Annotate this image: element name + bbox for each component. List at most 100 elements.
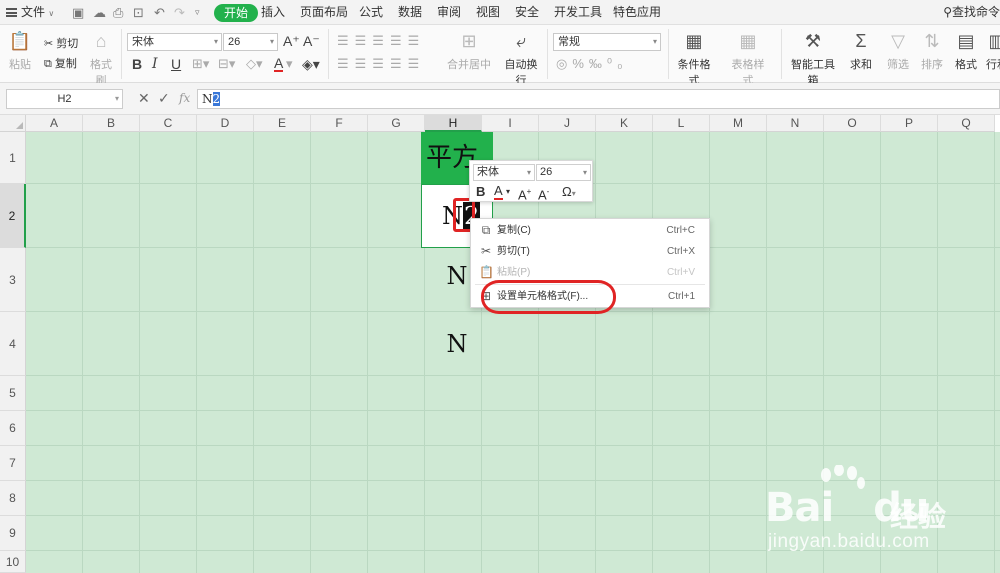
- cancel-icon[interactable]: ✕: [138, 90, 150, 107]
- number-format-select[interactable]: 常规 ▾: [553, 33, 661, 51]
- name-box[interactable]: H2 ▾: [6, 89, 123, 109]
- eraser-icon[interactable]: ◈▾: [302, 56, 320, 73]
- cell-style-icon[interactable]: ⊟▾: [218, 56, 235, 72]
- align-horizontal-icons[interactable]: ☰☰☰☰☰: [337, 56, 425, 72]
- mini-font-name-select[interactable]: 宋体 ▾: [473, 164, 535, 181]
- mini-shrink-font-button[interactable]: A-: [538, 183, 549, 204]
- row-header-6[interactable]: 6: [0, 411, 26, 446]
- mini-bold-button[interactable]: B: [476, 183, 485, 201]
- column-header-e[interactable]: E: [254, 115, 311, 132]
- row-header-9[interactable]: 9: [0, 516, 26, 551]
- ribbon-divider: [547, 29, 548, 79]
- fill-color-icon[interactable]: ◇▾: [246, 56, 263, 72]
- smart-toolbox-button[interactable]: ⚒ 智能工具箱: [789, 30, 837, 88]
- italic-icon[interactable]: I: [152, 56, 158, 72]
- tab-developer[interactable]: 开发工具: [554, 0, 602, 25]
- format-painter-button[interactable]: ⌂ 格式刷: [85, 30, 117, 88]
- number-style-icons[interactable]: ◎%‰⁰₀: [556, 56, 628, 72]
- column-header-b[interactable]: B: [83, 115, 140, 132]
- cut-button[interactable]: ✂ 剪切: [44, 35, 78, 51]
- row-col-button[interactable]: ▥行和: [985, 30, 1000, 72]
- increase-font-icon[interactable]: A⁺: [283, 33, 300, 50]
- conditional-format-button[interactable]: ▦ 条件格式: [674, 30, 714, 88]
- tab-insert[interactable]: 插入: [261, 0, 285, 25]
- search-command[interactable]: ⚲查找命令: [943, 0, 1000, 25]
- column-header-o[interactable]: O: [824, 115, 881, 132]
- confirm-icon[interactable]: ✓: [158, 90, 170, 107]
- chevron-down-icon: ▾: [582, 168, 587, 177]
- cell-h4[interactable]: N: [421, 330, 493, 358]
- row-header-3[interactable]: 3: [0, 248, 26, 312]
- tab-security[interactable]: 安全: [515, 0, 539, 25]
- row-header-7[interactable]: 7: [0, 446, 26, 481]
- sort-button[interactable]: ⇅ 排序: [918, 30, 946, 72]
- column-header-f[interactable]: F: [311, 115, 368, 132]
- font-name-select[interactable]: 宋体 ▾: [127, 33, 222, 51]
- column-header-n[interactable]: N: [767, 115, 824, 132]
- redo-icon[interactable]: ↷: [174, 0, 185, 25]
- print-preview-icon[interactable]: ⊡: [133, 0, 144, 25]
- table-style-button[interactable]: ▦ 表格样式: [727, 30, 769, 88]
- column-header-h[interactable]: H: [425, 115, 482, 132]
- column-header-l[interactable]: L: [653, 115, 710, 132]
- copy-button[interactable]: ⧉ 复制: [44, 55, 77, 71]
- tab-view[interactable]: 视图: [476, 0, 500, 25]
- row-gridline: [26, 445, 1000, 446]
- print-icon[interactable]: ⎙: [113, 0, 123, 25]
- row-header-5[interactable]: 5: [0, 376, 26, 411]
- chevron-down-icon[interactable]: ▾: [286, 56, 293, 72]
- column-header-i[interactable]: I: [482, 115, 539, 132]
- column-header-m[interactable]: M: [710, 115, 767, 132]
- mini-font-color-button[interactable]: A: [494, 183, 503, 200]
- undo-icon[interactable]: ↶: [154, 0, 165, 25]
- tab-data[interactable]: 数据: [398, 0, 422, 25]
- tab-start[interactable]: 开始: [214, 3, 259, 22]
- menu-item-cut[interactable]: ✂ 剪切(T) Ctrl+X: [471, 241, 709, 262]
- row-header-8[interactable]: 8: [0, 481, 26, 516]
- row-header-10[interactable]: 10: [0, 551, 26, 573]
- customize-icon[interactable]: ▿: [195, 0, 200, 25]
- column-header-k[interactable]: K: [596, 115, 653, 132]
- filter-button[interactable]: ▽ 筛选: [884, 30, 912, 72]
- format-button[interactable]: ▤ 格式: [952, 30, 980, 72]
- ribbon-divider: [781, 29, 782, 79]
- font-size-select[interactable]: 26 ▾: [223, 33, 278, 51]
- chevron-down-icon[interactable]: ▾: [506, 183, 510, 201]
- column-header-c[interactable]: C: [140, 115, 197, 132]
- brush-icon: ⌂: [95, 31, 107, 51]
- row-header-4[interactable]: 4: [0, 312, 26, 376]
- border-icon[interactable]: ⊞▾: [192, 56, 209, 72]
- underline-icon[interactable]: U: [171, 56, 181, 72]
- tab-formulas[interactable]: 公式: [359, 0, 383, 25]
- column-header-g[interactable]: G: [368, 115, 425, 132]
- tab-page-layout[interactable]: 页面布局: [300, 0, 348, 25]
- tab-review[interactable]: 审阅: [437, 0, 461, 25]
- ribbon-toolbar: 📋 粘贴 ✂ 剪切 ⧉ 复制 ⌂ 格式刷 宋体 ▾ 26 ▾ A⁺ A⁻ B I U ⊞…: [0, 25, 1000, 87]
- tab-special-apps[interactable]: 特色应用: [613, 0, 661, 25]
- align-top-icons[interactable]: ☰☰☰☰☰: [337, 33, 425, 49]
- paste-button[interactable]: 📋 粘贴: [6, 30, 34, 72]
- merge-center-button[interactable]: ⊞ 合并居中: [443, 30, 495, 72]
- select-all-corner[interactable]: [0, 115, 26, 132]
- mini-grow-font-button[interactable]: A+: [518, 183, 531, 204]
- column-header-p[interactable]: P: [881, 115, 938, 132]
- row-header-2[interactable]: 2: [0, 184, 26, 248]
- sum-button[interactable]: Σ 求和: [847, 30, 875, 72]
- column-header-q[interactable]: Q: [938, 115, 995, 132]
- wrap-text-button[interactable]: ⤶ 自动换行: [500, 30, 542, 88]
- formula-input[interactable]: N2: [197, 89, 1000, 109]
- menu-item-copy[interactable]: ⧉ 复制(C) Ctrl+C: [471, 220, 709, 241]
- mini-symbol-button[interactable]: Ω▾: [562, 183, 576, 203]
- decrease-font-icon[interactable]: A⁻: [303, 33, 320, 50]
- bold-icon[interactable]: B: [132, 56, 142, 72]
- save-icon[interactable]: ▣: [72, 0, 84, 25]
- column-header-d[interactable]: D: [197, 115, 254, 132]
- mini-font-size-select[interactable]: 26 ▾: [536, 164, 591, 181]
- file-menu[interactable]: 文件 ∨: [6, 0, 54, 25]
- font-color-icon[interactable]: A: [274, 56, 284, 72]
- column-header-a[interactable]: A: [26, 115, 83, 132]
- insert-function-icon[interactable]: fx: [179, 91, 190, 105]
- cloud-icon[interactable]: ☁: [93, 0, 106, 25]
- column-header-j[interactable]: J: [539, 115, 596, 132]
- row-header-1[interactable]: 1: [0, 132, 26, 184]
